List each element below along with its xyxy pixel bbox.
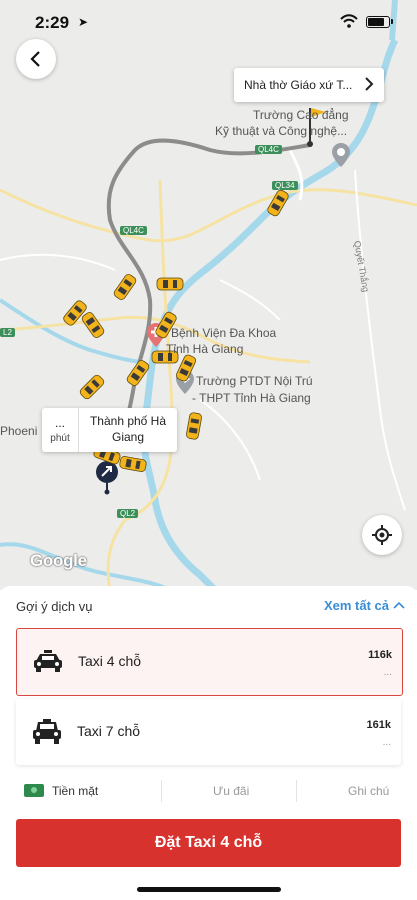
road-label-l2: L2 bbox=[0, 328, 15, 337]
note-option[interactable]: Ghi chú bbox=[348, 784, 389, 798]
service-price: 161k bbox=[366, 719, 391, 731]
poi-label-ptdt: Trường PTDT Nội Trú bbox=[196, 374, 313, 388]
battery-icon bbox=[366, 16, 390, 28]
chevron-right-icon bbox=[365, 77, 374, 91]
poi-label-phoenix: Phoeni bbox=[0, 424, 38, 438]
service-label: Taxi 7 chỗ bbox=[77, 723, 141, 739]
divider bbox=[161, 780, 162, 802]
road-label-ql34: QL34 bbox=[272, 181, 298, 190]
service-card-taxi-4[interactable]: Taxi 4 chỗ 116k ... bbox=[16, 628, 403, 696]
service-price: 116k bbox=[368, 649, 392, 661]
battery-tip bbox=[391, 19, 393, 24]
book-taxi-button[interactable]: Đặt Taxi 4 chỗ bbox=[16, 819, 401, 867]
payment-method[interactable]: Tiền mặt bbox=[52, 784, 98, 798]
google-logo: Google bbox=[30, 551, 87, 570]
origin-tooltip[interactable]: ... phút Thành phố Hà Giang bbox=[42, 408, 177, 452]
wifi-icon bbox=[340, 14, 358, 28]
destination-tooltip[interactable]: Nhà thờ Giáo xứ T... bbox=[234, 68, 384, 102]
destination-name: Nhà thờ Giáo xứ T... bbox=[244, 78, 353, 92]
crosshair-icon bbox=[372, 525, 392, 545]
back-button[interactable] bbox=[16, 39, 56, 79]
service-card-taxi-7[interactable]: Taxi 7 chỗ 161k ... bbox=[16, 699, 401, 765]
road-label-ql4c: QL4C bbox=[255, 145, 282, 154]
service-price-sub: ... bbox=[382, 737, 391, 748]
cash-icon bbox=[24, 784, 44, 797]
car-icon bbox=[33, 719, 61, 744]
divider bbox=[296, 780, 297, 802]
chevron-left-icon bbox=[30, 51, 40, 67]
home-indicator bbox=[137, 887, 281, 892]
poi-label-school: Trường Cao đẳng bbox=[253, 108, 349, 122]
trip-options: Tiền mặt Ưu đãi Ghi chú bbox=[16, 780, 401, 804]
origin-name: Thành phố Hà Giang bbox=[89, 414, 167, 444]
suggested-services-title: Gợi ý dịch vụ bbox=[16, 599, 93, 614]
eta-value: ... bbox=[54, 416, 65, 430]
taxi-car-icon bbox=[156, 277, 184, 291]
road-label-ql2: QL2 bbox=[117, 509, 139, 518]
car-icon bbox=[34, 650, 62, 672]
eta-box: ... phút bbox=[42, 408, 79, 452]
service-label: Taxi 4 chỗ bbox=[78, 653, 142, 669]
location-arrow-icon: ➤ bbox=[78, 15, 89, 29]
status-time: 2:29 bbox=[35, 13, 70, 32]
poi-label-hospital: Bệnh Viện Đa Khoa bbox=[171, 326, 277, 340]
poi-label-school-2: Kỹ thuật và Công nghệ... bbox=[215, 124, 348, 138]
promo-option[interactable]: Ưu đãi bbox=[213, 784, 249, 798]
service-price-sub: ... bbox=[383, 667, 392, 678]
see-all-link[interactable]: Xem tất cả bbox=[324, 598, 389, 613]
poi-marker-icon bbox=[332, 143, 350, 167]
eta-unit: phút bbox=[50, 433, 70, 444]
service-sheet: Gợi ý dịch vụ Xem tất cả Taxi 4 chỗ 116k… bbox=[0, 586, 417, 900]
status-bar: 2:29 ➤ bbox=[0, 0, 417, 44]
road-label-ql4c-west: QL4C bbox=[120, 226, 147, 235]
my-location-button[interactable] bbox=[362, 515, 402, 555]
chevron-up-icon[interactable] bbox=[393, 601, 405, 609]
map-view[interactable]: QL4C QL34 QL4C QL2 L2 Quyết Thắng Trường… bbox=[0, 0, 417, 590]
poi-label-ptdt-2: - THPT Tỉnh Hà Giang bbox=[192, 391, 311, 405]
poi-label-hospital-2: Tỉnh Hà Giang bbox=[166, 342, 244, 356]
